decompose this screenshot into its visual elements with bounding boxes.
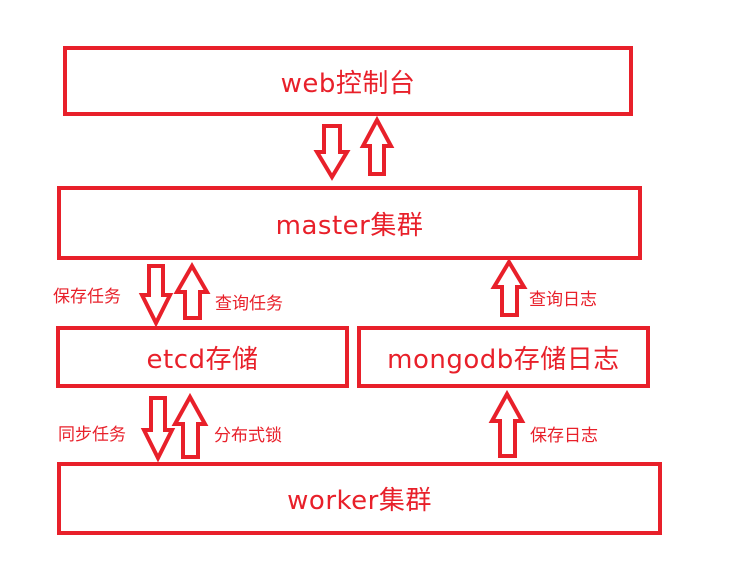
node-etcd-storage-label: etcd存储 (146, 344, 259, 375)
node-mongodb-storage: mongodb存储日志 (357, 326, 650, 388)
arrow-worker-to-mongodb (488, 389, 526, 458)
node-web-console: web控制台 (63, 46, 633, 116)
edge-label-query-task: 查询任务 (215, 294, 283, 314)
edge-label-save-log: 保存日志 (530, 426, 598, 446)
edge-label-distributed-lock: 分布式锁 (214, 426, 282, 446)
edge-label-save-task: 保存任务 (53, 287, 121, 307)
node-worker-cluster-label: worker集群 (287, 486, 432, 516)
arrow-master-to-web (359, 115, 395, 176)
arrow-etcd-to-master (173, 261, 211, 320)
edge-label-query-log: 查询日志 (529, 290, 597, 310)
arrow-etcd-to-worker (140, 396, 176, 463)
node-worker-cluster: worker集群 (57, 462, 662, 535)
arrow-worker-to-etcd (171, 392, 209, 459)
arrow-mongodb-to-master (490, 258, 528, 317)
arrow-master-to-etcd (138, 264, 174, 328)
node-web-console-label: web控制台 (280, 68, 416, 99)
node-mongodb-storage-label: mongodb存储日志 (387, 344, 620, 375)
arrow-web-to-master (313, 124, 351, 181)
node-master-cluster-label: master集群 (275, 210, 424, 241)
node-master-cluster: master集群 (57, 186, 642, 260)
node-etcd-storage: etcd存储 (56, 326, 349, 388)
edge-label-sync-task: 同步任务 (58, 425, 126, 445)
